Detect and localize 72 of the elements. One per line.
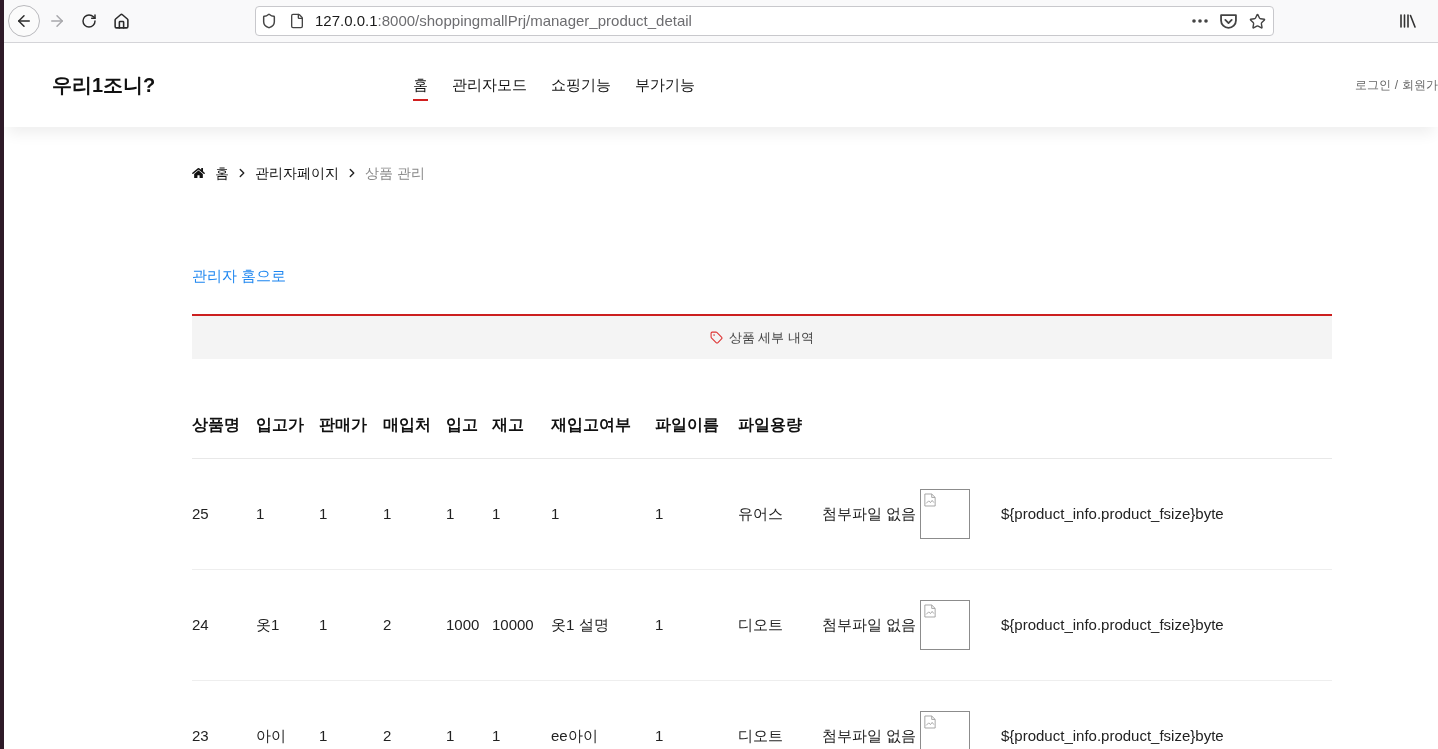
section-title: 상품 세부 내역 [728, 328, 815, 347]
pocket-icon[interactable] [1220, 13, 1237, 29]
table-cell: 1 [319, 615, 328, 633]
home-icon[interactable] [192, 167, 205, 179]
column-header: 파일용량 [738, 416, 802, 433]
broken-image-icon [924, 493, 937, 507]
table-cell: 옷1 [256, 615, 280, 633]
column-header: 매입처 [383, 416, 431, 433]
nav-link[interactable]: 홈 [413, 75, 428, 101]
table-cell-text: 첨부파일 없음 [822, 725, 917, 746]
bookmark-star-icon[interactable] [1249, 12, 1266, 30]
table-cell: 1 [655, 504, 664, 522]
table-cell: 1 [319, 504, 328, 522]
nav-link[interactable]: 부가기능 [635, 75, 695, 101]
breadcrumb-link[interactable]: 관리자페이지 [255, 162, 339, 184]
table-cell: 1 [492, 504, 501, 522]
column-header: 입고 [446, 416, 478, 433]
breadcrumb-link[interactable]: 홈 [215, 162, 229, 184]
nav-link[interactable]: 관리자모드 [452, 75, 527, 101]
table-cell: 1 [446, 504, 455, 522]
broken-image-icon [924, 715, 937, 729]
reload-icon [81, 13, 97, 29]
table-cell: 옷1 설명 [551, 615, 609, 633]
column-header: 상품명 [192, 416, 240, 433]
column-header: 입고가 [256, 416, 304, 433]
broken-image-icon [924, 604, 937, 618]
table-cell-text: 첨부파일 없음 [822, 614, 917, 635]
url-text: 127.0.0.1:8000/shoppingmallPrj/manager_product_detail [315, 10, 692, 31]
table-cell: 1 [655, 615, 664, 633]
admin-home-link[interactable]: 관리자 홈으로 [192, 264, 287, 288]
table-cell-text: ${product_info.product_fsize}byte [1001, 725, 1224, 746]
link-separator: / [1394, 77, 1398, 94]
column-header: 재고 [492, 416, 524, 433]
column-header: 파일이름 [655, 416, 719, 433]
table-cell: 1 [446, 726, 455, 744]
table-cell-text: ${product_info.product_fsize}byte [1001, 503, 1224, 524]
table-cell: 디오트 [738, 726, 783, 744]
address-bar[interactable]: 127.0.0.1:8000/shoppingmallPrj/manager_product_detail [255, 6, 1274, 36]
table-cell: 유어스 [738, 504, 783, 522]
table-cell: ee아이 [551, 726, 598, 744]
forward-arrow-icon [48, 12, 66, 30]
auth-link[interactable]: 로그인 [1354, 76, 1391, 94]
table-cell: 아이 [256, 726, 286, 744]
page-icon[interactable] [289, 13, 305, 29]
nav-link[interactable]: 쇼핑기능 [551, 75, 611, 101]
table-cell: 24 [192, 615, 209, 633]
table-cell: 1 [256, 504, 265, 522]
table-cell: 25 [192, 504, 209, 522]
table-cell: 1 [383, 504, 392, 522]
auth-link[interactable]: 회원가 [1402, 76, 1438, 94]
table-cell: 디오트 [738, 615, 783, 633]
shield-icon[interactable] [261, 13, 277, 29]
table-cell: 1 [492, 726, 501, 744]
table-cell: 1000 [446, 615, 480, 633]
table-cell: 10000 [492, 615, 534, 633]
more-icon[interactable] [1192, 19, 1208, 23]
column-header: 판매가 [319, 416, 367, 433]
table-cell-text: 첨부파일 없음 [822, 503, 917, 524]
table-cell-text: ${product_info.product_fsize}byte [1001, 614, 1224, 635]
table-cell: 1 [551, 504, 560, 522]
table-cell: 1 [655, 726, 664, 744]
home-icon [112, 12, 130, 30]
site-logo[interactable]: 우리1조니? [52, 74, 156, 96]
table-cell: 2 [383, 726, 392, 744]
tag-icon [709, 331, 723, 344]
table-cell: 23 [192, 726, 209, 744]
table-cell: 2 [383, 615, 392, 633]
table-cell: 1 [319, 726, 328, 744]
library-icon[interactable] [1400, 14, 1416, 28]
breadcrumb-current: 상품 관리 [365, 163, 425, 183]
column-header: 재입고여부 [551, 416, 631, 433]
back-button[interactable] [8, 5, 40, 37]
